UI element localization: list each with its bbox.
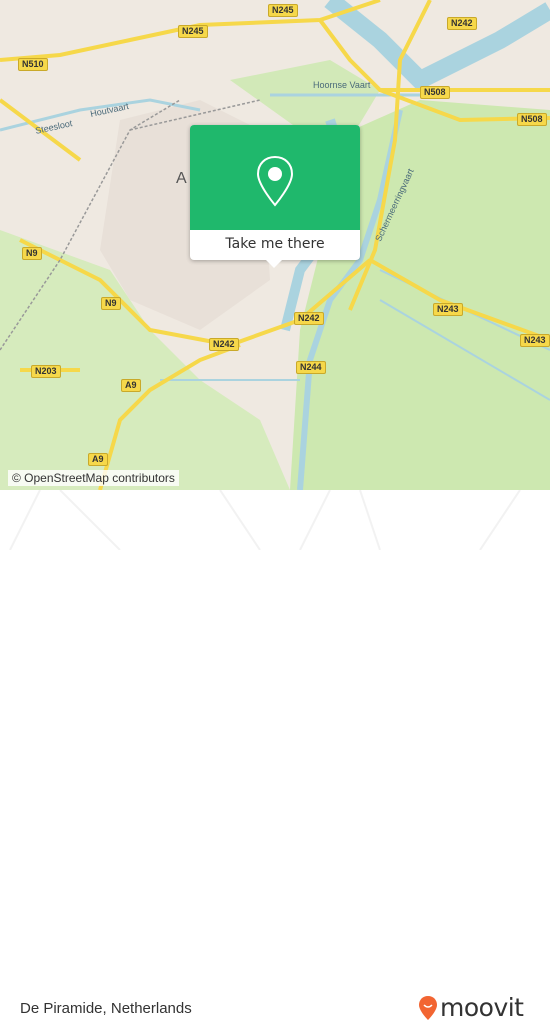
road-shield: N243 (433, 303, 463, 316)
popup-header (190, 125, 360, 230)
road-shield: N242 (209, 338, 239, 351)
attribution-link[interactable]: © OpenStreetMap contributors (8, 470, 179, 486)
brand-name: moovit (440, 993, 524, 1022)
footer: De Piramide, Netherlands moovit (0, 490, 550, 1022)
road-shield: N243 (520, 334, 550, 347)
map-pin-icon (256, 155, 294, 207)
road-shield: N508 (420, 86, 450, 99)
road-shield: A9 (121, 379, 141, 392)
take-me-there-button[interactable]: Take me there (190, 230, 360, 260)
road-shield: N9 (22, 247, 42, 260)
road-shield: N244 (296, 361, 326, 374)
moovit-pin-icon (419, 995, 437, 1020)
road-shield: N203 (31, 365, 61, 378)
road-shield: N9 (101, 297, 121, 310)
road-shield: N510 (18, 58, 48, 71)
footer-pattern (9, 490, 521, 550)
take-me-there-popup[interactable]: Take me there (190, 125, 360, 268)
road-shield: N245 (178, 25, 208, 38)
road-shield: N242 (447, 17, 477, 30)
water-label: Hoornse Vaart (313, 80, 371, 90)
place-name: De Piramide, Netherlands (20, 1000, 192, 1017)
road-shield: N242 (294, 312, 324, 325)
road-shield: A9 (88, 453, 108, 466)
road-shield: N508 (517, 113, 547, 126)
city-label: A (176, 170, 187, 187)
road-shield: N245 (268, 4, 298, 17)
moovit-logo[interactable]: moovit (418, 993, 524, 1022)
popup-tail (266, 260, 282, 268)
